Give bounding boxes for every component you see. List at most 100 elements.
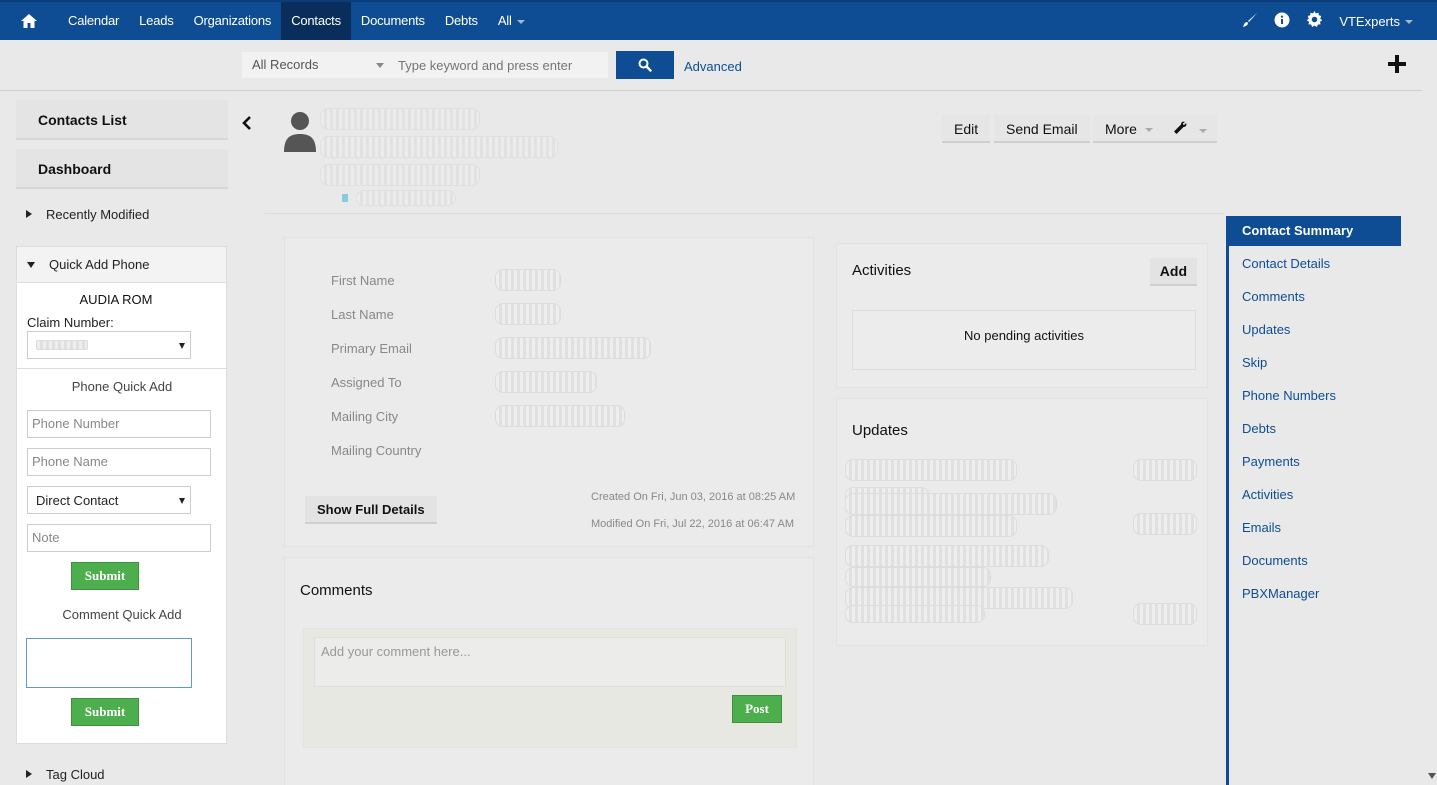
field-value-mailing-city (495, 405, 625, 427)
nav-all-label: All (497, 13, 512, 28)
comment-submit-button[interactable]: Submit (71, 698, 139, 726)
section-activities[interactable]: Activities (1229, 479, 1401, 512)
more-label: More (1105, 121, 1137, 137)
field-value-primary-email (495, 337, 651, 359)
sidebar-contacts-list[interactable]: Contacts List (16, 100, 228, 140)
chevron-down-icon (179, 343, 185, 349)
more-button[interactable]: More (1093, 115, 1165, 143)
no-activities-message: No pending activities (852, 310, 1196, 370)
activities-title: Activities (852, 262, 912, 279)
section-debts[interactable]: Debts (1229, 413, 1401, 446)
nav-all-menu[interactable]: All (488, 2, 535, 40)
comments-title: Comments (300, 582, 373, 599)
quick-add-phone-header[interactable]: Quick Add Phone (17, 247, 226, 283)
search-button[interactable] (616, 51, 674, 79)
field-value-last-name (495, 303, 561, 325)
gear-icon[interactable] (1306, 11, 1323, 31)
updates-panel: Updates (836, 398, 1208, 646)
field-label-mailing-country: Mailing Country (331, 443, 422, 458)
chevron-down-icon (1198, 129, 1207, 134)
send-email-button[interactable]: Send Email (994, 115, 1090, 143)
activities-panel: Activities Add No pending activities (836, 243, 1208, 388)
phone-submit-button[interactable]: Submit (71, 562, 139, 590)
section-emails[interactable]: Emails (1229, 512, 1401, 545)
section-pbxmanager[interactable]: PBXManager (1229, 578, 1401, 611)
field-value-first-name (495, 269, 561, 291)
comments-panel: Comments Add your comment here... Post (284, 557, 814, 785)
nav-organizations[interactable]: Organizations (184, 2, 282, 40)
comment-input[interactable]: Add your comment here... (314, 637, 786, 687)
settings-dropdown-button[interactable] (1163, 115, 1217, 143)
field-label-mailing-city: Mailing City (331, 409, 399, 424)
nav-contacts[interactable]: Contacts (281, 2, 351, 40)
chevron-down-icon (376, 63, 384, 68)
records-scope-select[interactable]: All Records (242, 52, 390, 78)
paintbrush-icon[interactable] (1242, 12, 1258, 31)
advanced-search-link[interactable]: Advanced (684, 59, 742, 74)
post-button[interactable]: Post (732, 695, 782, 723)
section-contact-summary[interactable]: Contact Summary (1229, 216, 1401, 246)
nav-debts[interactable]: Debts (435, 2, 488, 40)
chevron-down-icon (1405, 20, 1413, 25)
user-name: VTExperts (1339, 13, 1400, 29)
modified-on-text: Modified On Fri, Jul 22, 2016 at 06:47 A… (591, 518, 795, 530)
info-icon[interactable] (1274, 12, 1290, 31)
section-documents[interactable]: Documents (1229, 545, 1401, 578)
top-navbar: Calendar Leads Organizations Contacts Do… (0, 0, 1437, 40)
comment-quick-add-title: Comment Quick Add (62, 607, 182, 622)
sidebar-dashboard[interactable]: Dashboard (16, 149, 228, 189)
record-section-nav: Contact Summary Contact Details Comments… (1226, 216, 1401, 785)
quick-add-phone-panel: Quick Add Phone AUDIA ROM Claim Number: … (16, 246, 227, 744)
plus-icon[interactable] (1388, 52, 1406, 76)
phone-name-input[interactable]: Phone Name (27, 448, 211, 476)
claim-number-label: Claim Number: (27, 315, 114, 330)
section-phone-numbers[interactable]: Phone Numbers (1229, 380, 1401, 413)
collapse-sidebar-icon[interactable] (242, 116, 252, 133)
claim-number-select[interactable] (27, 331, 191, 359)
claim-number-value-redacted (36, 340, 88, 350)
section-comments[interactable]: Comments (1229, 281, 1401, 314)
contact-type-select[interactable]: Direct Contact (27, 486, 191, 514)
sidebar: Contacts List Dashboard Recently Modifie… (16, 100, 228, 230)
user-menu[interactable]: VTExperts (1339, 14, 1413, 29)
records-scope-value: All Records (252, 57, 319, 72)
header-divider (265, 213, 1225, 214)
caret-down-icon (27, 261, 35, 268)
section-updates[interactable]: Updates (1229, 314, 1401, 347)
comment-textarea[interactable] (26, 638, 192, 688)
phone-number-input[interactable]: Phone Number (27, 410, 211, 438)
field-label-assigned-to: Assigned To (331, 375, 402, 390)
caret-right-icon (26, 210, 32, 218)
add-activity-button[interactable]: Add (1149, 258, 1197, 286)
field-label-primary-email: Primary Email (331, 341, 412, 356)
search-bar: All Records Advanced (0, 40, 1422, 91)
contact-avatar-icon (282, 110, 318, 157)
note-input[interactable]: Note (27, 524, 211, 552)
field-value-assigned-to (495, 371, 597, 393)
scroll-down-arrow-icon[interactable] (1428, 773, 1436, 779)
search-icon (638, 58, 652, 72)
divider (17, 368, 227, 369)
comment-compose-box: Add your comment here... Post (303, 628, 797, 748)
sidebar-tag-cloud[interactable]: Tag Cloud (16, 758, 115, 785)
contact-type-value: Direct Contact (36, 493, 119, 508)
nav-calendar[interactable]: Calendar (58, 2, 129, 40)
field-label-last-name: Last Name (331, 307, 394, 322)
contact-header-redacted (320, 106, 560, 210)
section-skip[interactable]: Skip (1229, 347, 1401, 380)
chevron-down-icon (179, 498, 185, 504)
section-payments[interactable]: Payments (1229, 446, 1401, 479)
phone-quick-add-title: Phone Quick Add (71, 379, 173, 394)
show-full-details-button[interactable]: Show Full Details (305, 496, 437, 524)
section-contact-details[interactable]: Contact Details (1229, 248, 1401, 281)
search-input[interactable] (390, 52, 608, 78)
home-icon[interactable] (0, 2, 58, 40)
chevron-down-icon (516, 19, 525, 24)
nav-leads[interactable]: Leads (129, 2, 183, 40)
updates-title: Updates (852, 422, 908, 439)
nav-documents[interactable]: Documents (351, 2, 435, 40)
edit-button[interactable]: Edit (942, 115, 991, 143)
sidebar-recently-modified[interactable]: Recently Modified (16, 198, 228, 230)
recently-modified-label: Recently Modified (46, 206, 150, 222)
contact-summary-panel: First Name Last Name Primary Email Assig… (284, 237, 814, 547)
